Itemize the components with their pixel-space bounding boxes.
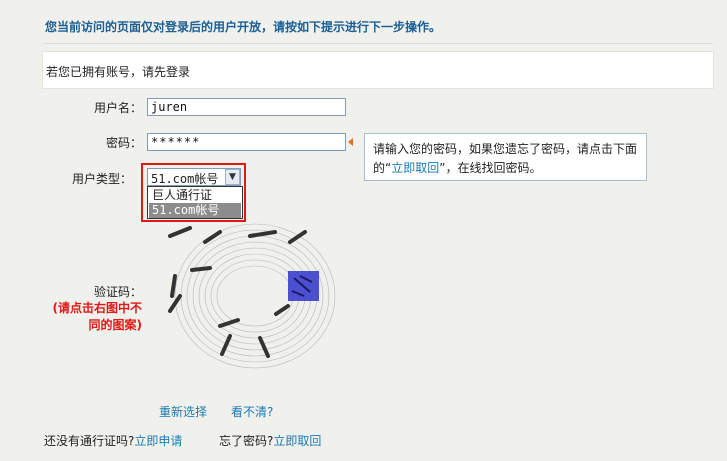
tip-line1: 请输入您的密码，如果您遗忘了密码，请点击下面	[373, 142, 638, 156]
reselect-link[interactable]: 重新选择	[159, 403, 207, 420]
forgot-text: 忘了密码?	[219, 434, 274, 448]
password-input[interactable]	[147, 133, 346, 151]
usertype-option-51[interactable]: 51.com帐号	[149, 203, 241, 218]
captcha-label: 验证码：	[93, 285, 142, 299]
usertype-label: 用户类型：	[71, 172, 132, 186]
tip-line2-post: ”，在线找回密码。	[439, 161, 542, 175]
tip-retrieve-link[interactable]: 立即取回	[391, 161, 439, 175]
captcha-note-line1: (请点击右图中不	[52, 301, 143, 315]
username-input[interactable]	[147, 98, 346, 116]
password-label: 密码：	[105, 136, 142, 150]
usertype-option-giant[interactable]: 巨人通行证	[149, 188, 241, 203]
no-pass-text: 还没有通行证吗?	[44, 434, 135, 448]
password-tip: 请输入您的密码，如果您遗忘了密码，请点击下面 的“立即取回”，在线找回密码。	[364, 133, 647, 181]
footer-forgot: 忘了密码?立即取回	[219, 432, 321, 449]
login-prompt-bar: 若您已拥有账号，请先登录	[42, 51, 714, 89]
chevron-down-icon[interactable]: ▼	[225, 169, 240, 185]
captcha-note-line2: 同的图案)	[88, 318, 143, 332]
unclear-link[interactable]: 看不清?	[231, 403, 273, 420]
retrieve-link[interactable]: 立即取回	[273, 434, 321, 448]
usertype-dropdown: 巨人通行证 51.com帐号	[147, 186, 243, 219]
login-prompt-text: 若您已拥有账号，请先登录	[46, 65, 191, 79]
apply-link[interactable]: 立即申请	[134, 434, 182, 448]
usertype-selected-value: 51.com帐号	[151, 172, 219, 186]
captcha-image[interactable]	[160, 196, 350, 378]
tip-pointer-icon	[348, 138, 353, 146]
captcha-note: (请点击右图中不 同的图案)	[46, 300, 143, 334]
divider	[43, 43, 713, 44]
page-notice: 您当前访问的页面仅对登录后的用户开放，请按如下提示进行下一步操作。	[45, 20, 442, 34]
footer-register: 还没有通行证吗?立即申请	[44, 432, 182, 449]
tip-line2-pre: 的“	[373, 161, 392, 175]
username-label: 用户名：	[93, 101, 142, 115]
tip-line2: 的“立即取回”，在线找回密码。	[373, 159, 638, 178]
